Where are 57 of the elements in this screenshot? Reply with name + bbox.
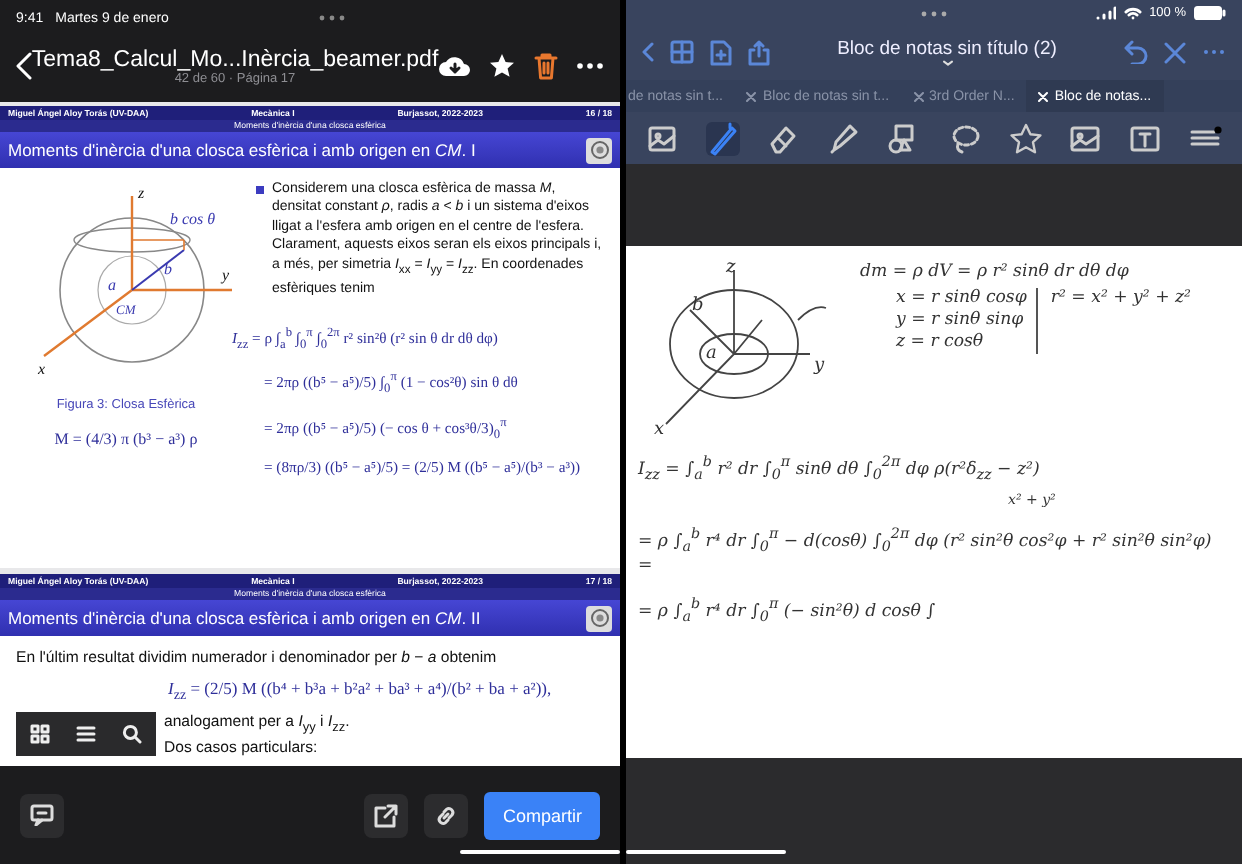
link-button[interactable] [424, 793, 469, 837]
slide-title: Moments d'inèrcia d'una closca esfèrica i amb origen en CM. II [8, 608, 481, 628]
battery-icon [1194, 5, 1226, 19]
eraser-tool[interactable] [766, 121, 801, 155]
document-title: Tema8_Calcul_Mo...Inèrcia_beamer.pdf [31, 47, 439, 71]
open-external-icon [374, 803, 399, 827]
handwritten-formula: r² = x² + y² + z² [1050, 288, 1191, 312]
star-icon[interactable] [488, 52, 516, 80]
link-icon [434, 803, 459, 827]
star-outline-icon [1007, 121, 1042, 155]
multitasking-dots-icon[interactable] [920, 10, 948, 18]
handwritten-formula: dm = ρ dV = ρ r² sinθ dr dθ dφ [860, 262, 1131, 284]
cloud-download-icon[interactable] [438, 52, 470, 80]
image-icon [1067, 121, 1102, 155]
handwritten-formula: z = r cosθ [896, 332, 986, 354]
handwritten-formula: x = r sinθ cosφ [896, 288, 1027, 310]
new-page-icon[interactable] [710, 39, 732, 65]
caret-icon[interactable] [941, 60, 953, 66]
open-external-button[interactable] [364, 793, 409, 837]
image-tool[interactable] [1067, 121, 1102, 155]
annotate-button[interactable] [20, 793, 64, 837]
share-icon[interactable] [748, 39, 770, 65]
handwritten-formula: I$_{zz}$ = ∫$_{a}$$^{b}$ r² dr ∫$_{0}$$^{π}$ sinθ dθ ∫$_{0}$$^{2π}$ dφ ρ(r²δ$_{zz}$ − z²) [638, 450, 1042, 486]
pen-icon [706, 121, 741, 155]
handwritten-formula: y = r sinθ sinφ [896, 310, 1026, 332]
cellular-signal-icon [1095, 5, 1116, 19]
note-page[interactable] [626, 246, 1242, 758]
sphere-sketch-drawing: z y x a b [638, 254, 848, 438]
outline-list-icon[interactable] [75, 724, 96, 744]
mass-formula: M = (4/3) π (b³ − a³) ρ [54, 430, 198, 450]
highlighter-icon [826, 121, 861, 155]
lasso-tool[interactable] [947, 121, 982, 155]
star-outline-tool[interactable] [1007, 121, 1042, 155]
bullet-icon [256, 186, 264, 194]
scan-image-icon [646, 121, 680, 155]
text-box-tool[interactable] [1127, 121, 1162, 155]
undo-icon[interactable] [1124, 40, 1148, 64]
equation-line: I$_{zz}$ = (2/5) M ((b⁴ + b³a + b²a² + ba³ + a⁴)/(b² + ba + a²)), [168, 679, 552, 706]
scan-image-tool[interactable] [646, 121, 680, 155]
grid-view-icon[interactable] [670, 40, 694, 64]
eraser-icon [766, 121, 801, 155]
wifi-icon [1123, 5, 1142, 19]
trash-icon[interactable] [534, 52, 558, 80]
share-button[interactable]: Compartir [484, 791, 600, 839]
notebook-title[interactable]: Bloc de notas sin título (2) [837, 38, 1057, 60]
multitasking-dots-icon[interactable] [318, 14, 347, 22]
slide-title: Moments d'inèrcia d'una closca esfèrica i amb origen en CM. I [8, 140, 476, 160]
pen-tool[interactable] [706, 121, 741, 155]
highlighter-tool[interactable] [826, 121, 861, 155]
lasso-icon [947, 121, 982, 155]
search-icon[interactable] [122, 724, 143, 744]
comment-icon [30, 804, 54, 826]
handwritten-formula: = ρ ∫$_{a}$$^{b}$ r⁴ dr ∫$_{0}$$^{π}$ − d(cosθ) ∫$_{0}$$^{2π}$ dφ (r² sin²θ cos²φ + r² sin²θ sin²φ) = [638, 521, 1214, 579]
more-icon[interactable] [576, 62, 604, 70]
thumbnails-icon[interactable] [29, 724, 50, 744]
handwritten-formula: = ρ ∫$_{a}$$^{b}$ r⁴ dr ∫$_{0}$$^{π}$ (− sin²θ) d cosθ ∫ [638, 592, 938, 628]
text-box-icon [1127, 121, 1162, 155]
